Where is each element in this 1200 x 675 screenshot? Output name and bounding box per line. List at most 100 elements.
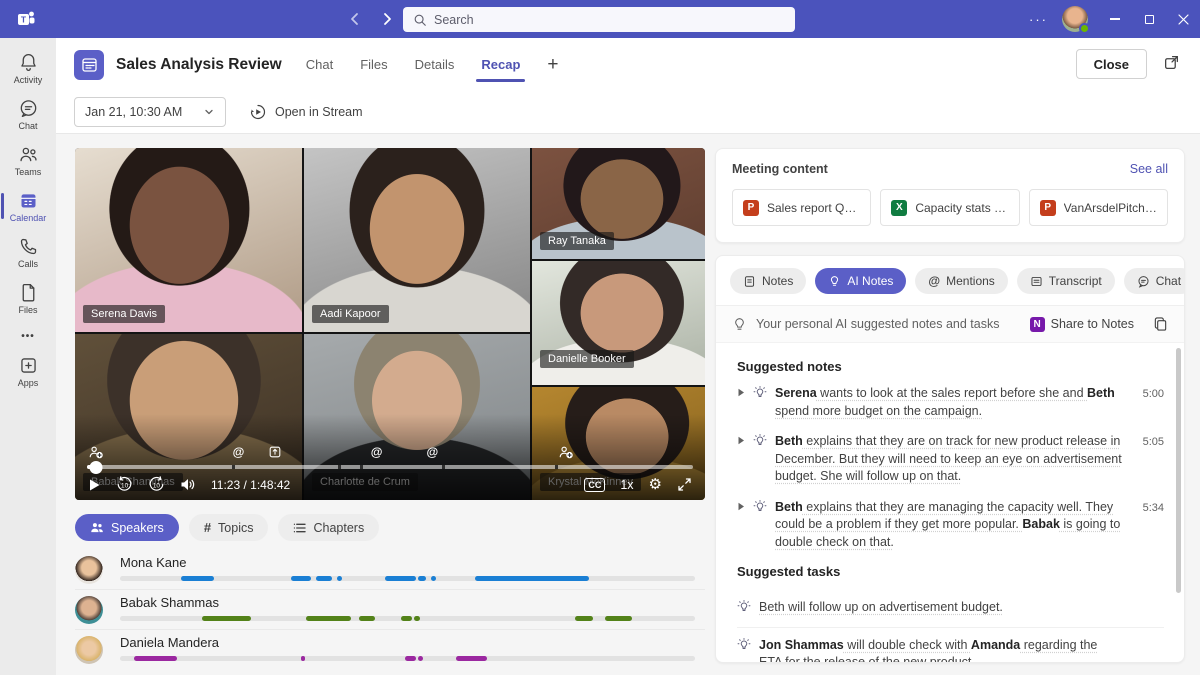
window-minimize-button[interactable] <box>1098 0 1132 38</box>
speech-segment[interactable] <box>385 576 416 581</box>
speech-segment[interactable] <box>180 576 214 581</box>
speech-segment[interactable] <box>336 576 342 581</box>
speaker-name: Mona Kane <box>120 555 187 570</box>
timeline-marker-share-box[interactable] <box>268 445 282 459</box>
speech-segment[interactable] <box>201 616 251 621</box>
rail-more-button[interactable]: ••• <box>21 321 35 348</box>
participant-tile: Aadi Kapoor <box>304 148 530 332</box>
play-button[interactable] <box>88 478 101 492</box>
tab-recap[interactable]: Recap <box>476 40 526 89</box>
panel-tab-label: Chat <box>1155 274 1182 288</box>
timeline-marker-person-add[interactable] <box>89 445 104 459</box>
nav-forward-icon[interactable] <box>380 9 394 29</box>
sidebar-item-teams[interactable]: Teams <box>0 137 56 183</box>
timeline-marker-person-add[interactable] <box>558 445 573 459</box>
speech-segment[interactable] <box>605 616 632 621</box>
filter-pill-label: Speakers <box>111 520 164 535</box>
settings-gear-icon[interactable]: ⚙ <box>649 477 662 492</box>
speech-segment[interactable] <box>405 656 416 661</box>
sidebar-item-activity[interactable]: Activity <box>0 45 56 91</box>
panel-tab-label: Transcript <box>1048 274 1102 288</box>
add-tab-button[interactable]: + <box>547 37 558 93</box>
captions-button[interactable]: CC <box>584 477 606 492</box>
sidebar-item-files[interactable]: Files <box>0 275 56 321</box>
people-icon <box>90 521 104 534</box>
speech-segment[interactable] <box>300 656 306 661</box>
meeting-date-selector[interactable]: Jan 21, 10:30 AM <box>74 97 226 127</box>
ppt-file-icon: P <box>743 199 759 216</box>
filter-pill-chapters[interactable]: Chapters <box>278 514 380 541</box>
user-avatar[interactable] <box>1062 6 1090 34</box>
speech-segment[interactable] <box>358 616 375 621</box>
suggested-task-item: Beth will follow up on advertisement bud… <box>737 590 1164 628</box>
speech-segment[interactable] <box>305 616 351 621</box>
sidebar-item-chat[interactable]: Chat <box>0 91 56 137</box>
file-chip[interactable]: P VanArsdelPitchDe... <box>1028 189 1168 226</box>
search-input[interactable]: Search <box>403 7 795 32</box>
speech-segment[interactable] <box>418 656 424 661</box>
speech-segment[interactable] <box>574 616 594 621</box>
speaker-timeline-track[interactable] <box>120 656 695 661</box>
xls-file-icon: X <box>891 199 908 216</box>
copy-icon[interactable] <box>1153 316 1168 332</box>
note-timestamp[interactable]: 5:00 <box>1143 385 1164 402</box>
speech-segment[interactable] <box>417 576 426 581</box>
chat-sm-icon <box>1137 275 1150 288</box>
filter-pill-speakers[interactable]: Speakers <box>75 514 179 541</box>
speech-segment[interactable] <box>401 616 412 621</box>
speaker-timeline-track[interactable] <box>120 576 695 581</box>
expand-caret-icon[interactable] <box>737 436 745 445</box>
expand-caret-icon[interactable] <box>737 388 745 397</box>
panel-tab-notes[interactable]: Notes <box>730 268 807 294</box>
window-close-button[interactable] <box>1166 0 1200 38</box>
panel-tab-ai-notes[interactable]: AI Notes <box>815 268 907 294</box>
video-player[interactable]: Serena Davis Aadi Kapoor Ray Tanaka Daniell… <box>75 148 705 500</box>
timeline-marker-at[interactable]: @ <box>427 445 439 459</box>
speech-segment[interactable] <box>456 656 487 661</box>
skip-forward-10-button[interactable]: 10 <box>148 476 165 493</box>
panel-tab-mentions[interactable]: @ Mentions <box>915 268 1008 294</box>
filter-pill-topics[interactable]: # Topics <box>188 514 269 541</box>
participant-name-tag: Danielle Booker <box>540 350 634 368</box>
note-timestamp[interactable]: 5:05 <box>1143 433 1164 450</box>
playback-speed-button[interactable]: 1x <box>620 478 633 492</box>
speech-segment[interactable] <box>414 616 420 621</box>
speech-segment[interactable] <box>474 576 590 581</box>
svg-text:10: 10 <box>121 482 129 489</box>
tab-files[interactable]: Files <box>360 40 387 89</box>
sidebar-item-apps[interactable]: Apps <box>0 348 56 394</box>
tab-chat[interactable]: Chat <box>306 40 333 89</box>
file-chip[interactable]: P Sales report Q4... <box>732 189 872 226</box>
speech-segment[interactable] <box>430 576 436 581</box>
sidebar-item-calendar[interactable]: Calendar <box>0 183 56 229</box>
timeline-marker-at[interactable]: @ <box>233 445 245 459</box>
window-maximize-button[interactable] <box>1132 0 1166 38</box>
speech-segment[interactable] <box>315 576 333 581</box>
notes-scrollbar[interactable] <box>1176 348 1181 593</box>
svg-text:10: 10 <box>153 482 161 489</box>
volume-button[interactable] <box>180 477 196 492</box>
sidebar-item-calls[interactable]: Calls <box>0 229 56 275</box>
speech-segment[interactable] <box>134 656 177 661</box>
close-button[interactable]: Close <box>1075 49 1147 79</box>
speech-segment[interactable] <box>291 576 312 581</box>
task-text: Jon Shammas will double check with Amand… <box>759 637 1098 663</box>
panel-tab-transcript[interactable]: Transcript <box>1016 268 1115 294</box>
skip-back-10-button[interactable]: 10 <box>116 476 133 493</box>
titlebar-more-button[interactable]: ··· <box>1015 12 1062 27</box>
tab-details[interactable]: Details <box>415 40 455 89</box>
file-chip[interactable]: X Capacity stats list... <box>880 189 1020 226</box>
see-all-link[interactable]: See all <box>1130 162 1168 176</box>
open-in-stream-button[interactable]: Open in Stream <box>250 104 363 120</box>
bulb-icon <box>828 275 841 288</box>
share-to-notes-button[interactable]: N Share to Notes <box>1029 316 1134 332</box>
recap-side-panel: Meeting content See all P Sales report Q4… <box>715 148 1185 663</box>
popout-icon[interactable] <box>1163 54 1180 71</box>
expand-caret-icon[interactable] <box>737 502 745 511</box>
fullscreen-button[interactable] <box>677 477 692 492</box>
panel-tab-chat[interactable]: Chat <box>1123 268 1184 294</box>
note-timestamp[interactable]: 5:34 <box>1143 499 1164 516</box>
timeline-marker-at[interactable]: @ <box>371 445 383 459</box>
nav-back-icon[interactable] <box>348 9 362 29</box>
speaker-timeline-track[interactable] <box>120 616 695 621</box>
